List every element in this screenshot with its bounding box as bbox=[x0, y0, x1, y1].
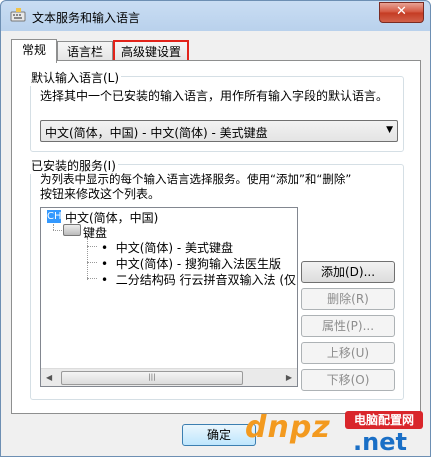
scroll-right-icon[interactable]: ▶ bbox=[286, 373, 292, 382]
default-language-value: 中文(简体，中国) - 中文(简体) - 美式键盘 bbox=[45, 126, 268, 140]
watermark-suffix: .net bbox=[353, 428, 407, 456]
tree-connector bbox=[53, 230, 62, 231]
tree-service-item[interactable]: • 中文(简体) - 搜狗输入法医生版 bbox=[101, 255, 281, 272]
default-language-select[interactable]: 中文(简体，中国) - 中文(简体) - 美式键盘 ▼ bbox=[40, 120, 398, 142]
scroll-left-icon[interactable]: ◀ bbox=[46, 373, 52, 382]
watermark-brand: dnpz bbox=[245, 410, 331, 445]
move-up-button[interactable]: 上移(U) bbox=[301, 342, 395, 364]
tree-connector bbox=[87, 278, 97, 279]
tree-horizontal-scrollbar[interactable]: ◀ ||| ▶ bbox=[41, 368, 297, 386]
tree-connector bbox=[87, 262, 97, 263]
tab-general[interactable]: 常规 bbox=[11, 39, 57, 63]
properties-button[interactable]: 属性(P)... bbox=[301, 315, 395, 337]
window-title: 文本服务和输入语言 bbox=[32, 11, 141, 25]
close-button[interactable]: ✕ bbox=[379, 2, 424, 23]
default-language-label: 默认输入语言(L) bbox=[29, 69, 122, 86]
tab-panel-general: 默认输入语言(L) 选择其中一个已安装的输入语言，用作所有输入字段的默认语言。 … bbox=[11, 60, 421, 414]
dropdown-arrow-icon: ▼ bbox=[386, 125, 393, 135]
tree-service-item[interactable]: • 二分结构码 行云拼音双输入法 (仅 bbox=[101, 271, 296, 288]
site-watermark: dnpz 电脑配置网 .net bbox=[245, 410, 425, 456]
scroll-thumb[interactable]: ||| bbox=[61, 371, 243, 385]
tab-language-bar[interactable]: 语言栏 bbox=[57, 41, 113, 62]
tree-connector bbox=[87, 246, 97, 247]
dialog-window: 文本服务和输入语言 ✕ 常规 语言栏 高级键设置 默认输入语言(L) 选择其中一… bbox=[0, 0, 431, 457]
add-button[interactable]: 添加(D)... bbox=[301, 261, 395, 283]
keyboard-icon bbox=[63, 224, 81, 236]
tree-service-item[interactable]: • 中文(简体) - 美式键盘 bbox=[101, 239, 233, 256]
tab-advanced-key-settings[interactable]: 高级键设置 bbox=[113, 40, 189, 63]
language-badge: CH bbox=[47, 210, 62, 223]
installed-services-description-2: 按钮来修改这个列表。 bbox=[40, 187, 161, 201]
services-tree[interactable]: CH 中文(简体，中国) 键盘 • 中文(简体) - 美式键盘 • 中文(简体)… bbox=[40, 207, 298, 387]
tree-connector bbox=[87, 238, 88, 280]
watermark-badge: 电脑配置网 bbox=[345, 411, 423, 429]
keyboard-app-icon bbox=[10, 8, 26, 22]
title-bar[interactable]: 文本服务和输入语言 ✕ bbox=[1, 1, 430, 31]
move-down-button[interactable]: 下移(O) bbox=[301, 369, 395, 391]
default-language-description: 选择其中一个已安装的输入语言，用作所有输入字段的默认语言。 bbox=[40, 89, 389, 103]
remove-button[interactable]: 删除(R) bbox=[301, 288, 395, 310]
